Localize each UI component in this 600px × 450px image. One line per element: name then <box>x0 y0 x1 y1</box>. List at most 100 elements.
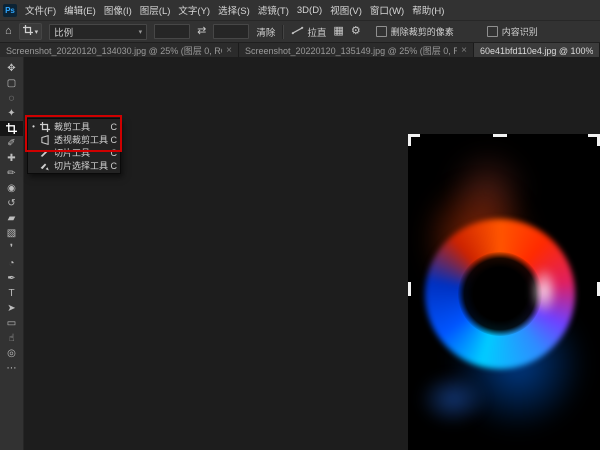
swap-dimensions-icon[interactable]: ⇄ <box>197 26 206 37</box>
document-tab-1[interactable]: Screenshot_20220120_134030.jpg @ 25% (图层… <box>0 43 239 58</box>
home-icon[interactable]: ⌂ <box>5 26 12 37</box>
menu-edit[interactable]: 编辑(E) <box>60 3 100 17</box>
tab-label: Screenshot_20220120_135149.jpg @ 25% (图层… <box>245 44 457 57</box>
flyout-item-label: 切片工具 <box>54 146 108 159</box>
chevron-down-icon: ▾ <box>35 28 39 36</box>
menu-3d[interactable]: 3D(D) <box>293 5 326 16</box>
photoshop-logo: Ps <box>3 4 17 17</box>
crop-handle-left[interactable] <box>408 282 411 296</box>
checkbox-label: 内容识别 <box>502 25 538 38</box>
shape-tool[interactable]: ▭ <box>0 316 23 331</box>
canvas-area[interactable] <box>24 57 600 450</box>
selected-bullet: • <box>31 122 36 131</box>
clone-stamp-tool[interactable]: ◉ <box>0 181 23 196</box>
blur-tool[interactable]: ❜ <box>0 241 23 256</box>
clear-button[interactable]: 清除 <box>256 25 275 39</box>
crop-width-input[interactable] <box>154 24 190 39</box>
flyout-item-slice-tool[interactable]: 切片工具 C <box>28 146 120 159</box>
document-image[interactable] <box>408 134 600 450</box>
photoshop-window: Ps 文件(F) 编辑(E) 图像(I) 图层(L) 文字(Y) 选择(S) 滤… <box>0 0 600 450</box>
menu-select[interactable]: 选择(S) <box>214 3 254 17</box>
eraser-tool[interactable]: ▰ <box>0 211 23 226</box>
delete-cropped-pixels-checkbox[interactable]: 删除裁剪的像素 <box>376 25 454 38</box>
artwork-highlight <box>526 259 562 323</box>
straighten-label: 拉直 <box>307 25 326 39</box>
gradient-tool[interactable]: ▧ <box>0 226 23 241</box>
menu-filter[interactable]: 滤镜(T) <box>254 3 293 17</box>
crop-handle-top-right[interactable] <box>588 134 600 137</box>
eyedropper-tool[interactable]: ✐ <box>0 136 23 151</box>
quick-selection-tool[interactable]: ✦ <box>0 106 23 121</box>
menu-file[interactable]: 文件(F) <box>21 3 60 17</box>
flyout-shortcut: C <box>111 161 118 171</box>
lasso-tool[interactable]: ◌ <box>0 91 23 106</box>
checkbox-label: 删除裁剪的像素 <box>391 25 454 38</box>
healing-brush-tool[interactable]: ✚ <box>0 151 23 166</box>
slice-icon <box>39 148 51 158</box>
flyout-item-label: 透视裁剪工具 <box>54 133 108 146</box>
crop-tool-flyout-menu: • 裁剪工具 C 透视裁剪工具 C 切片工具 C 切片选择工具 C <box>27 118 121 174</box>
document-tab-bar: Screenshot_20220120_134030.jpg @ 25% (图层… <box>0 43 600 58</box>
pen-tool[interactable]: ✒ <box>0 271 23 286</box>
dodge-tool[interactable]: ◔ <box>0 256 23 271</box>
menu-type[interactable]: 文字(Y) <box>174 3 214 17</box>
tool-preset-picker[interactable]: ▾ <box>19 23 43 40</box>
flyout-item-label: 切片选择工具 <box>54 159 108 172</box>
artwork-vortex-center <box>458 252 542 336</box>
artwork-red-glow <box>408 159 553 319</box>
document-tab-2[interactable]: Screenshot_20220120_135149.jpg @ 25% (图层… <box>239 43 474 58</box>
history-brush-tool[interactable]: ↺ <box>0 196 23 211</box>
flyout-item-slice-select-tool[interactable]: 切片选择工具 C <box>28 159 120 172</box>
zoom-tool[interactable]: ◎ <box>0 346 23 361</box>
tools-panel: ✥ ▢ ◌ ✦ ✐ ✚ ✏ ◉ ↺ ▰ ▧ ❜ ◔ ✒ T ➤ ▭ ☝ ◎ ⋯ <box>0 57 24 450</box>
menu-image[interactable]: 图像(I) <box>100 3 136 17</box>
edit-toolbar-button[interactable]: ⋯ <box>0 361 23 376</box>
content-aware-checkbox[interactable]: 内容识别 <box>487 25 538 38</box>
flyout-shortcut: C <box>111 148 118 158</box>
path-selection-tool[interactable]: ➤ <box>0 301 23 316</box>
menu-view[interactable]: 视图(V) <box>326 3 366 17</box>
crop-tool[interactable] <box>0 121 23 136</box>
flyout-shortcut: C <box>111 122 118 132</box>
flyout-item-perspective-crop-tool[interactable]: 透视裁剪工具 C <box>28 133 120 146</box>
artwork-smoke <box>433 134 543 244</box>
marquee-tool[interactable]: ▢ <box>0 76 23 91</box>
artwork-blue-glow <box>428 274 600 450</box>
chevron-down-icon: ▾ <box>139 28 143 36</box>
tab-label: 60e41bfd110e4.jpg @ 100%(RGB/8#) <box>480 46 593 56</box>
crop-handle-top-left[interactable] <box>408 134 420 137</box>
perspective-crop-icon <box>39 135 51 145</box>
artwork-blue-splash <box>408 364 498 434</box>
checkbox-box <box>487 26 498 37</box>
brush-tool[interactable]: ✏ <box>0 166 23 181</box>
crop-handle-top[interactable] <box>493 134 507 137</box>
crop-icon <box>39 122 51 132</box>
straighten-button[interactable]: 拉直 <box>291 25 326 39</box>
document-tab-3[interactable]: 60e41bfd110e4.jpg @ 100%(RGB/8#) <box>474 43 600 58</box>
crop-ratio-preset-dropdown[interactable]: 比例 ▾ <box>49 24 147 40</box>
crop-options-bar: ⌂ ▾ 比例 ▾ ⇄ 清除 拉直 ▦ ⚙ 删除裁剪的像素 内容识别 <box>0 20 600 43</box>
artwork-vortex-ring <box>425 219 575 369</box>
close-icon[interactable]: × <box>226 46 232 56</box>
menu-bar: Ps 文件(F) 编辑(E) 图像(I) 图层(L) 文字(Y) 选择(S) 滤… <box>0 0 600 20</box>
divider <box>282 25 284 39</box>
crop-handle-top-left[interactable] <box>408 134 411 146</box>
hand-tool[interactable]: ☝ <box>0 331 23 346</box>
crop-icon <box>23 25 33 38</box>
type-tool[interactable]: T <box>0 286 23 301</box>
close-icon[interactable]: × <box>461 46 467 56</box>
main-area: ✥ ▢ ◌ ✦ ✐ ✚ ✏ ◉ ↺ ▰ ▧ ❜ ◔ ✒ T ➤ ▭ ☝ ◎ ⋯ <box>0 57 600 450</box>
menu-layer[interactable]: 图层(L) <box>136 3 175 17</box>
crop-height-input[interactable] <box>213 24 249 39</box>
gear-icon[interactable]: ⚙ <box>351 26 361 37</box>
move-tool[interactable]: ✥ <box>0 61 23 76</box>
flyout-shortcut: C <box>111 135 118 145</box>
flyout-item-crop-tool[interactable]: • 裁剪工具 C <box>28 120 120 133</box>
menu-window[interactable]: 窗口(W) <box>366 3 408 17</box>
tab-label: Screenshot_20220120_134030.jpg @ 25% (图层… <box>6 44 222 57</box>
slice-select-icon <box>39 161 51 171</box>
overlay-options-icon[interactable]: ▦ <box>333 26 343 37</box>
menu-help[interactable]: 帮助(H) <box>408 3 448 17</box>
crop-ratio-preset-value: 比例 <box>54 25 73 39</box>
checkbox-box <box>376 26 387 37</box>
